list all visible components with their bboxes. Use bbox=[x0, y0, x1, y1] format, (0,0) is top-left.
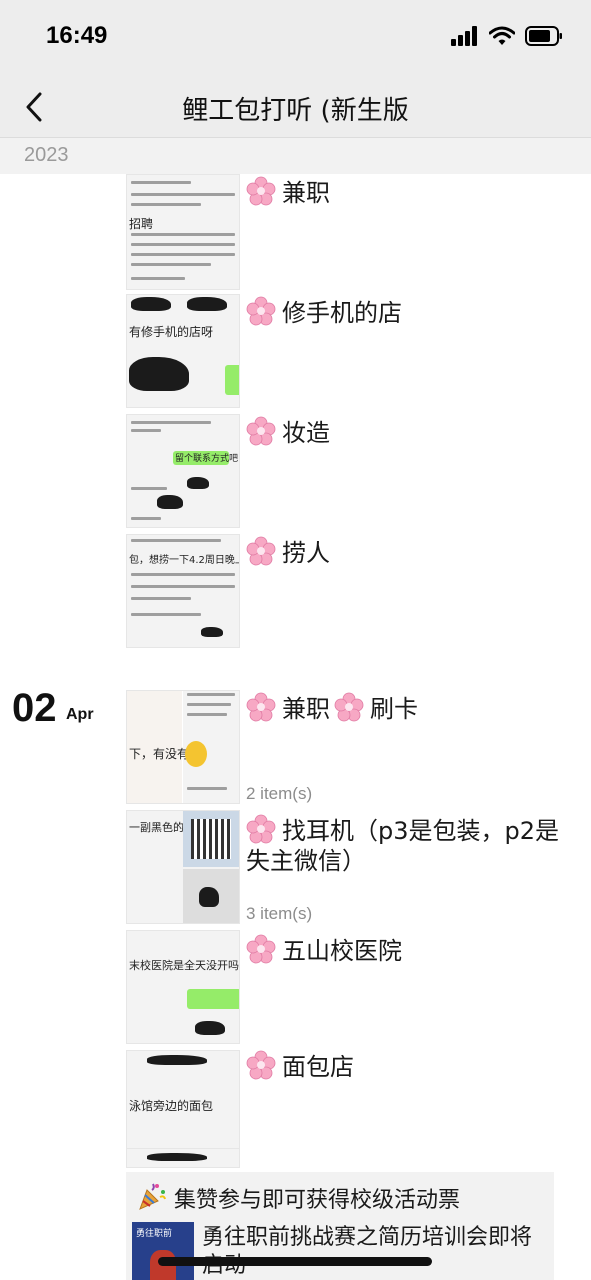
year-label: 2023 bbox=[24, 144, 69, 166]
cherry-blossom-icon bbox=[246, 296, 276, 326]
page-title: 鲤工包打听 (新生版 bbox=[182, 96, 409, 126]
post-text: 修手机的店 bbox=[282, 299, 402, 327]
post-thumbnail[interactable]: 泳馆旁边的面包 bbox=[126, 1050, 240, 1164]
wifi-icon bbox=[489, 26, 515, 45]
home-indicator bbox=[158, 1257, 432, 1266]
post-item[interactable]: 五山校医院 bbox=[246, 934, 566, 966]
battery-icon bbox=[525, 26, 562, 46]
post-text: 面包店 bbox=[282, 1053, 354, 1081]
post-text: 找耳机（p3是包装，p2是失主微信） bbox=[246, 817, 560, 875]
cherry-blossom-icon bbox=[246, 536, 276, 566]
signal-icon bbox=[451, 26, 477, 46]
post-text-tag: 刷卡 bbox=[370, 695, 418, 723]
post-item[interactable]: 面包店 bbox=[246, 1050, 566, 1082]
post-item[interactable]: 找耳机（p3是包装，p2是失主微信） bbox=[246, 814, 566, 876]
post-item[interactable]: 修手机的店 bbox=[246, 296, 566, 328]
moments-feed[interactable]: 招聘 兼职 有修手机的店呀 修手机的店 留个联系方式吧 妆造 包，想捞一下4.2… bbox=[0, 174, 591, 1280]
status-bar: 16:49 bbox=[0, 0, 591, 76]
date-day: 02 bbox=[12, 686, 57, 730]
post-thumbnail[interactable]: 一副黑色的 bbox=[126, 810, 240, 924]
promo-thumbnail[interactable]: 勇往职前 bbox=[132, 1222, 194, 1280]
cherry-blossom-icon bbox=[334, 692, 364, 722]
party-popper-icon bbox=[139, 1183, 166, 1210]
cherry-blossom-icon bbox=[246, 934, 276, 964]
post-item[interactable]: 兼职 bbox=[246, 176, 566, 208]
post-thumbnail[interactable]: 末校医院是全天没开吗 bbox=[126, 930, 240, 1044]
post-thumbnail[interactable]: 招聘 bbox=[126, 174, 240, 290]
post-item[interactable]: 兼职 刷卡 bbox=[246, 692, 566, 724]
thumb-caption: 留个联系方式吧 bbox=[175, 454, 239, 464]
post-thumbnail[interactable]: 下，有没有比 bbox=[126, 690, 240, 804]
status-time: 16:49 bbox=[46, 22, 108, 49]
post-thumbnail[interactable] bbox=[126, 1148, 240, 1168]
cherry-blossom-icon bbox=[246, 692, 276, 722]
thumb-caption: 一副黑色的 bbox=[129, 821, 184, 834]
promo-body: 勇往职前挑战赛之简历培训会即将启动 bbox=[202, 1225, 533, 1278]
post-item[interactable]: 捞人 bbox=[246, 536, 566, 568]
post-text: 兼职 bbox=[282, 695, 330, 723]
date-month: Apr bbox=[66, 706, 94, 723]
year-header: 2023 bbox=[0, 138, 591, 174]
cherry-blossom-icon bbox=[246, 814, 276, 844]
cherry-blossom-icon bbox=[246, 416, 276, 446]
thumb-caption: 招聘 bbox=[129, 217, 154, 231]
post-item[interactable]: 妆造 bbox=[246, 416, 566, 448]
post-thumbnail[interactable]: 有修手机的店呀 bbox=[126, 294, 240, 408]
post-text: 妆造 bbox=[282, 419, 330, 447]
item-count: 3 item(s) bbox=[246, 904, 313, 923]
post-text: 捞人 bbox=[282, 539, 330, 567]
thumb-caption: 末校医院是全天没开吗 bbox=[129, 959, 239, 972]
post-thumbnail[interactable]: 留个联系方式吧 bbox=[126, 414, 240, 528]
thumb-caption: 有修手机的店呀 bbox=[129, 325, 214, 339]
cherry-blossom-icon bbox=[246, 176, 276, 206]
promo-thumb-caption: 勇往职前 bbox=[136, 1229, 173, 1239]
item-count: 2 item(s) bbox=[246, 784, 313, 803]
post-thumbnail[interactable]: 包，想捞一下4.2周日晚上 bbox=[126, 534, 240, 648]
nav-bar: 鲤工包打听 (新生版 bbox=[0, 76, 591, 138]
cherry-blossom-icon bbox=[246, 1050, 276, 1080]
post-text: 兼职 bbox=[282, 179, 330, 207]
status-icons bbox=[451, 26, 563, 46]
promo-title: 集赞参与即可获得校级活动票 bbox=[174, 1188, 461, 1213]
thumb-caption: 包，想捞一下4.2周日晚上 bbox=[129, 555, 240, 566]
post-text: 五山校医院 bbox=[282, 937, 402, 965]
thumb-caption: 泳馆旁边的面包 bbox=[129, 1099, 214, 1113]
